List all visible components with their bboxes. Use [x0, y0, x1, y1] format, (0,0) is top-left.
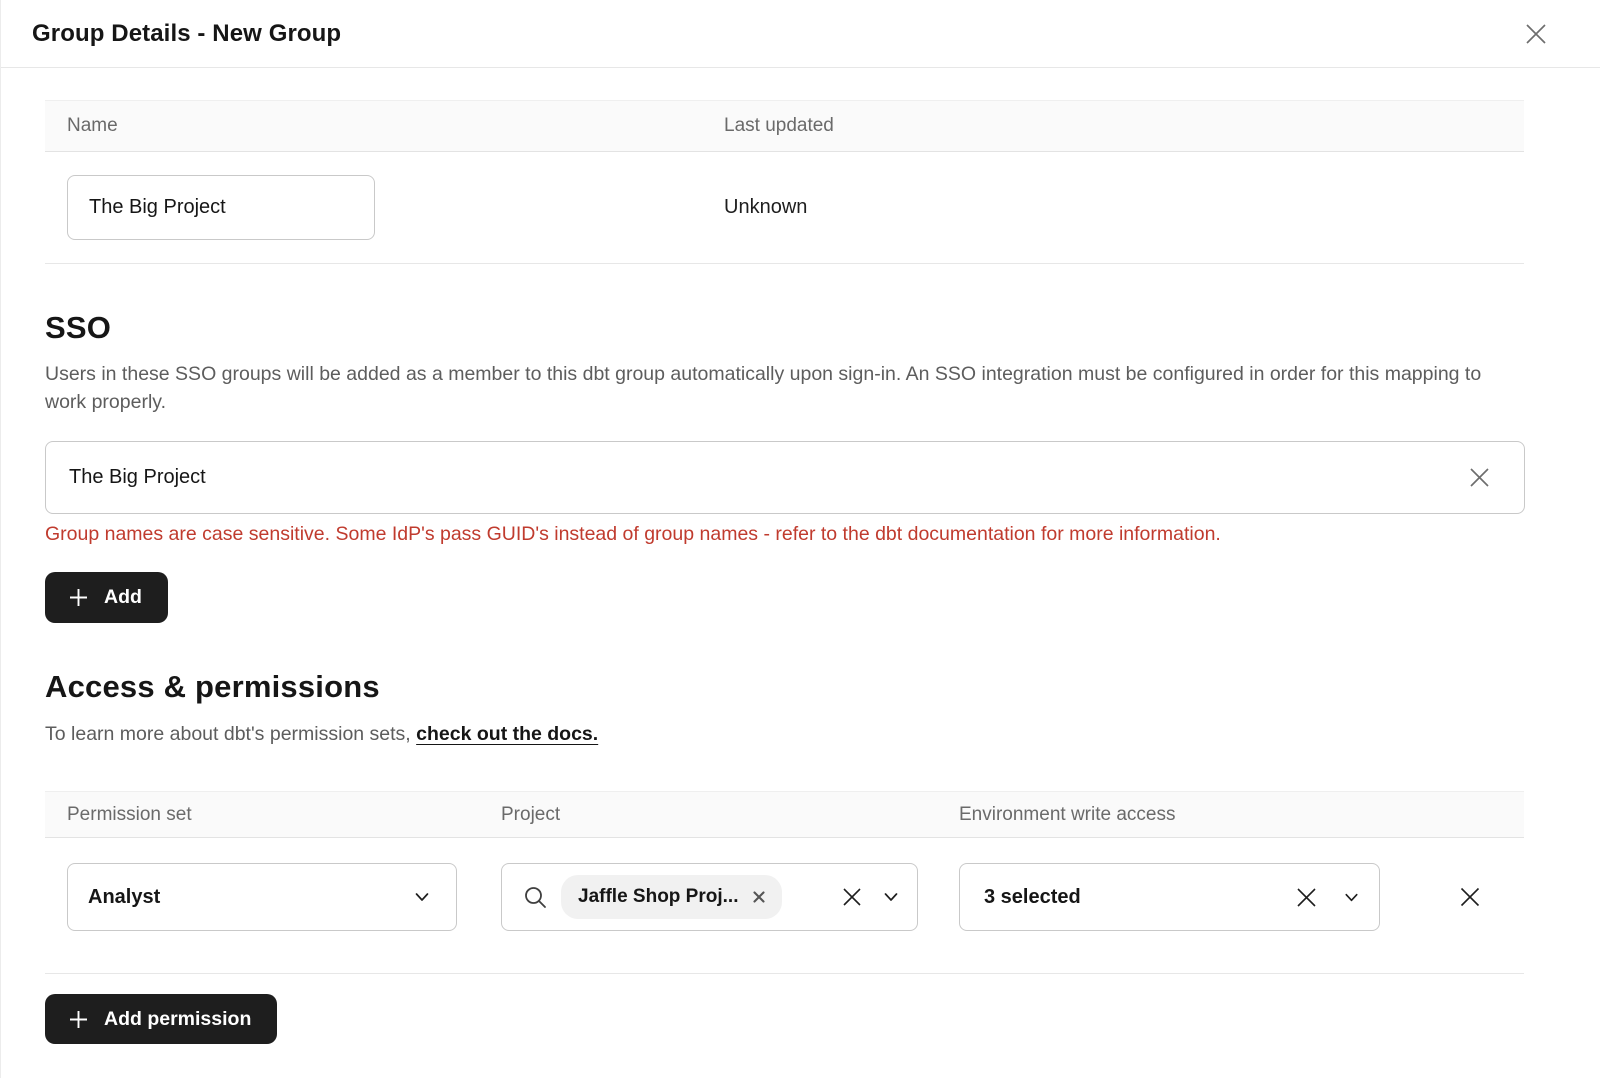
close-button[interactable] [1522, 20, 1550, 48]
permission-set-value: Analyst [88, 886, 160, 909]
clear-icon [1293, 884, 1320, 911]
last-updated-value: Unknown [702, 196, 1524, 219]
column-header-environment: Environment write access [937, 804, 1415, 826]
delete-permission-row-button[interactable] [1456, 883, 1484, 911]
project-multiselect[interactable]: Jaffle Shop Proj... [501, 863, 918, 931]
group-table: Name Last updated Unknown [45, 100, 1524, 264]
delete-row-icon [1456, 883, 1484, 911]
sso-group-input-value: The Big Project [69, 466, 1465, 489]
project-clear-button[interactable] [839, 884, 865, 910]
add-sso-group-button[interactable]: Add [45, 572, 168, 623]
environment-access-select[interactable]: 3 selected [959, 863, 1380, 931]
project-chip[interactable]: Jaffle Shop Proj... [561, 875, 782, 919]
permissions-table-header: Permission set Project Environment write… [45, 791, 1524, 838]
chip-remove-icon[interactable] [752, 890, 766, 904]
docs-link[interactable]: check out the docs. [416, 723, 598, 745]
project-chip-label: Jaffle Shop Proj... [578, 886, 738, 908]
search-icon [522, 884, 549, 911]
access-description-prefix: To learn more about dbt's permission set… [45, 723, 416, 745]
close-icon [1522, 20, 1550, 48]
group-name-input[interactable] [67, 175, 375, 240]
group-details-modal: Group Details - New Group Name Last upda… [0, 0, 1600, 1078]
modal-content: Name Last updated Unknown SSO Users in t… [1, 100, 1600, 1044]
plus-icon [68, 1009, 89, 1030]
table-row: Unknown [45, 152, 1524, 264]
permission-row: Analyst [45, 838, 1524, 974]
clear-icon [839, 884, 865, 910]
access-description: To learn more about dbt's permission set… [45, 723, 1524, 746]
column-header-project: Project [479, 804, 937, 826]
page-title: Group Details - New Group [32, 20, 341, 48]
add-permission-button[interactable]: Add permission [45, 994, 277, 1044]
access-permissions-heading: Access & permissions [45, 669, 1524, 705]
plus-icon [68, 587, 89, 608]
sso-group-clear-button[interactable] [1465, 463, 1494, 492]
group-table-header: Name Last updated [45, 100, 1524, 152]
column-header-permission-set: Permission set [45, 804, 479, 826]
chevron-down-icon [1342, 888, 1361, 907]
chevron-down-icon [412, 887, 432, 907]
sso-heading: SSO [45, 310, 1524, 346]
environment-clear-button[interactable] [1293, 884, 1320, 911]
chevron-down-icon [881, 887, 901, 907]
permissions-table: Permission set Project Environment write… [45, 791, 1524, 974]
add-button-label: Add [104, 586, 142, 609]
permission-set-select[interactable]: Analyst [67, 863, 457, 931]
sso-description: Users in these SSO groups will be added … [45, 360, 1515, 416]
environment-access-value: 3 selected [984, 886, 1081, 909]
column-header-last-updated: Last updated [702, 115, 1524, 137]
sso-warning-text: Group names are case sensitive. Some IdP… [45, 523, 1524, 546]
column-header-name: Name [45, 115, 702, 137]
add-permission-button-label: Add permission [104, 1008, 251, 1031]
modal-header: Group Details - New Group [1, 0, 1600, 68]
sso-group-input[interactable]: The Big Project [45, 441, 1525, 514]
clear-icon [1465, 463, 1494, 492]
